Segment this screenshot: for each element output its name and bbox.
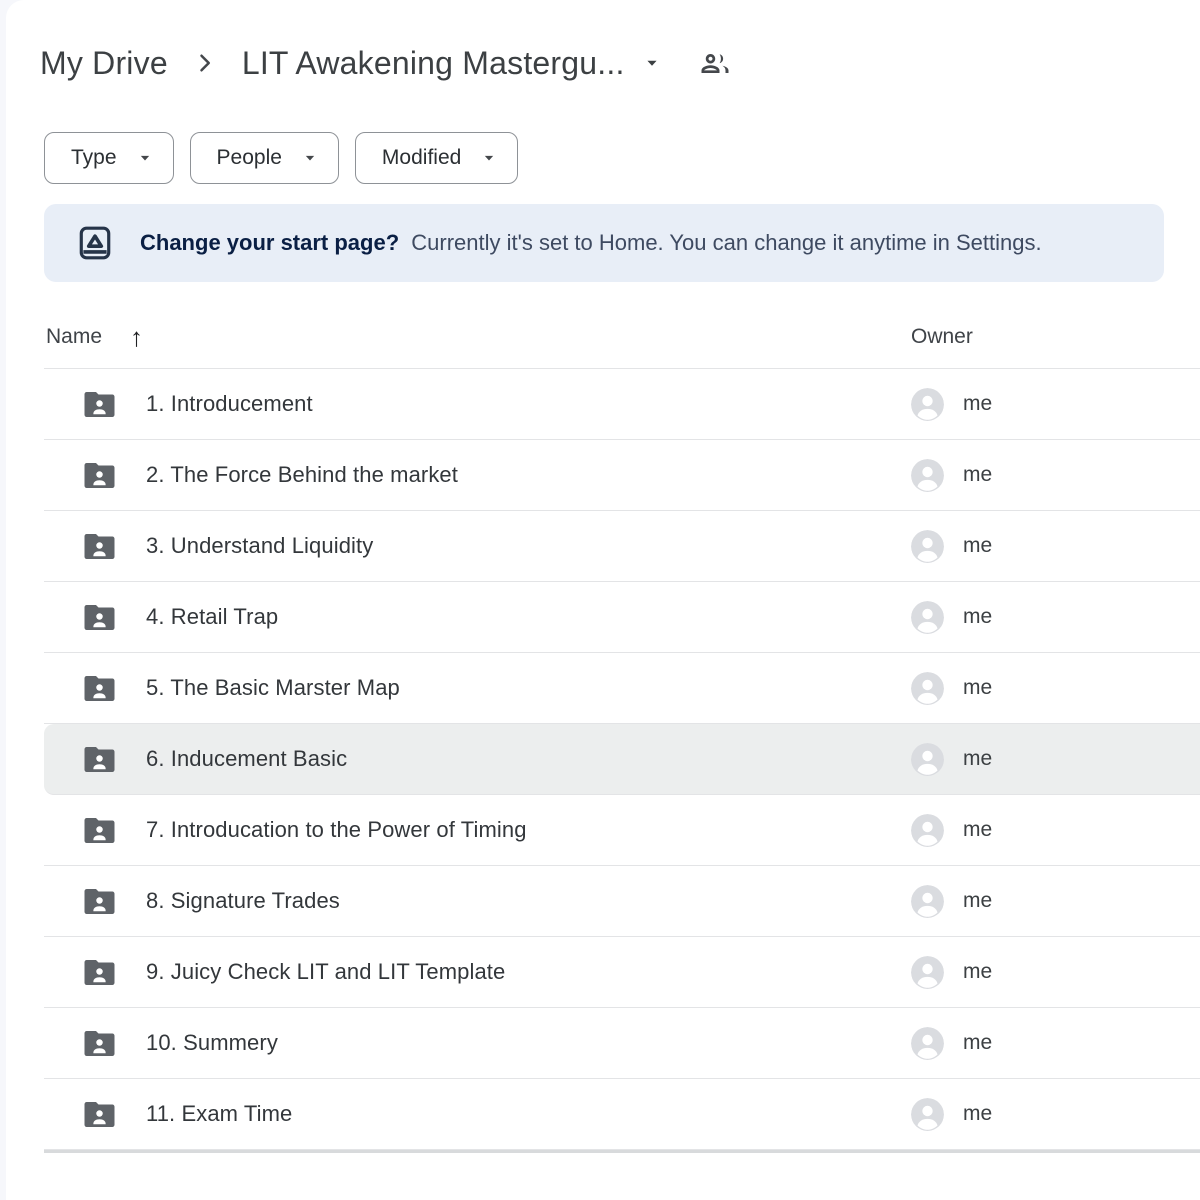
chip-label: Type (71, 146, 117, 170)
table-row[interactable]: 8. Signature Trades me (44, 866, 1200, 937)
avatar-icon (911, 388, 944, 421)
start-page-banner: Change your start page? Currently it's s… (44, 204, 1164, 282)
shared-folder-icon (44, 960, 146, 985)
folder-name: 7. Introducation to the Power of Timing (146, 817, 527, 843)
owner-label: me (963, 960, 992, 984)
table-row[interactable]: 11. Exam Time me (44, 1079, 1200, 1150)
chip-label: Modified (382, 146, 461, 170)
owner-label: me (963, 392, 992, 416)
shared-folder-icon (44, 1102, 146, 1127)
current-folder-label: LIT Awakening Mastergu... (242, 45, 625, 82)
avatar-icon (911, 743, 944, 776)
shared-folder-icon (44, 463, 146, 488)
shared-folder-icon (44, 534, 146, 559)
file-table: Name ↑ Owner 1. Introducement me 2. The … (44, 282, 1200, 1153)
folder-name: 10. Summery (146, 1030, 278, 1056)
folder-name: 4. Retail Trap (146, 604, 278, 630)
table-bottom-divider (44, 1150, 1200, 1153)
table-row[interactable]: 2. The Force Behind the market me (44, 440, 1200, 511)
name-column-header[interactable]: Name ↑ (44, 324, 143, 350)
drive-content-panel: My Drive LIT Awakening Mastergu... Type (6, 0, 1200, 1200)
owner-cell: me (911, 388, 1200, 421)
owner-cell: me (911, 885, 1200, 918)
table-row[interactable]: 1. Introducement me (44, 369, 1200, 440)
avatar-icon (911, 459, 944, 492)
shared-folder-icon (44, 676, 146, 701)
owner-label: me (963, 534, 992, 558)
owner-label: me (963, 818, 992, 842)
table-row[interactable]: 3. Understand Liquidity me (44, 511, 1200, 582)
avatar-icon (911, 530, 944, 563)
folder-name: 3. Understand Liquidity (146, 533, 373, 559)
banner-title: Change your start page? (140, 230, 399, 255)
folder-name: 8. Signature Trades (146, 888, 340, 914)
owner-cell: me (911, 743, 1200, 776)
chip-label: People (217, 146, 282, 170)
owner-cell: me (911, 1098, 1200, 1131)
shared-folder-icon (44, 1031, 146, 1056)
owner-cell: me (911, 459, 1200, 492)
shared-folder-icon (44, 392, 146, 417)
table-row[interactable]: 4. Retail Trap me (44, 582, 1200, 653)
shared-folder-icon (44, 889, 146, 914)
filter-chip-modified[interactable]: Modified (355, 132, 518, 184)
folder-name: 1. Introducement (146, 391, 313, 417)
banner-text: Change your start page? Currently it's s… (140, 230, 1042, 256)
owner-label: me (963, 463, 992, 487)
owner-label: me (963, 889, 992, 913)
filter-chips: Type People Modified (6, 132, 1200, 184)
name-header-label: Name (46, 325, 102, 349)
shared-folder-icon (44, 747, 146, 772)
shared-folder-icon (44, 818, 146, 843)
breadcrumb: My Drive LIT Awakening Mastergu... (6, 0, 1200, 90)
folder-name: 6. Inducement Basic (146, 746, 347, 772)
breadcrumb-my-drive[interactable]: My Drive (32, 43, 176, 84)
avatar-icon (911, 1027, 944, 1060)
avatar-icon (911, 1098, 944, 1131)
owner-cell: me (911, 672, 1200, 705)
table-row[interactable]: 7. Introducation to the Power of Timing … (44, 795, 1200, 866)
folder-name: 2. The Force Behind the market (146, 462, 458, 488)
banner-message: Currently it's set to Home. You can chan… (411, 230, 1041, 255)
shared-folder-icon (44, 605, 146, 630)
avatar-icon (911, 885, 944, 918)
table-row[interactable]: 9. Juicy Check LIT and LIT Template me (44, 937, 1200, 1008)
owner-cell: me (911, 601, 1200, 634)
folder-name: 5. The Basic Marster Map (146, 675, 400, 701)
owner-cell: me (911, 956, 1200, 989)
filter-chip-people[interactable]: People (190, 132, 339, 184)
folder-dropdown-caret-icon (641, 52, 663, 74)
start-page-icon (76, 224, 114, 262)
avatar-icon (911, 601, 944, 634)
filter-chip-type[interactable]: Type (44, 132, 174, 184)
owner-label: me (963, 676, 992, 700)
owner-cell: me (911, 1027, 1200, 1060)
shared-people-icon[interactable] (697, 45, 733, 81)
owner-label: me (963, 1102, 992, 1126)
chevron-right-icon (190, 48, 220, 78)
breadcrumb-current-folder[interactable]: LIT Awakening Mastergu... (234, 43, 671, 84)
owner-cell: me (911, 530, 1200, 563)
avatar-icon (911, 814, 944, 847)
table-row[interactable]: 10. Summery me (44, 1008, 1200, 1079)
avatar-icon (911, 672, 944, 705)
chip-caret-icon (300, 148, 320, 168)
owner-label: me (963, 605, 992, 629)
chip-caret-icon (135, 148, 155, 168)
owner-label: me (963, 1031, 992, 1055)
chip-caret-icon (479, 148, 499, 168)
owner-column-header: Owner (911, 325, 1200, 349)
avatar-icon (911, 956, 944, 989)
owner-label: me (963, 747, 992, 771)
table-row[interactable]: 5. The Basic Marster Map me (44, 653, 1200, 724)
sort-ascending-icon: ↑ (130, 324, 143, 350)
table-row[interactable]: 6. Inducement Basic me (44, 724, 1200, 795)
table-header: Name ↑ Owner (44, 282, 1200, 369)
folder-name: 9. Juicy Check LIT and LIT Template (146, 959, 505, 985)
folder-name: 11. Exam Time (146, 1101, 292, 1127)
owner-cell: me (911, 814, 1200, 847)
